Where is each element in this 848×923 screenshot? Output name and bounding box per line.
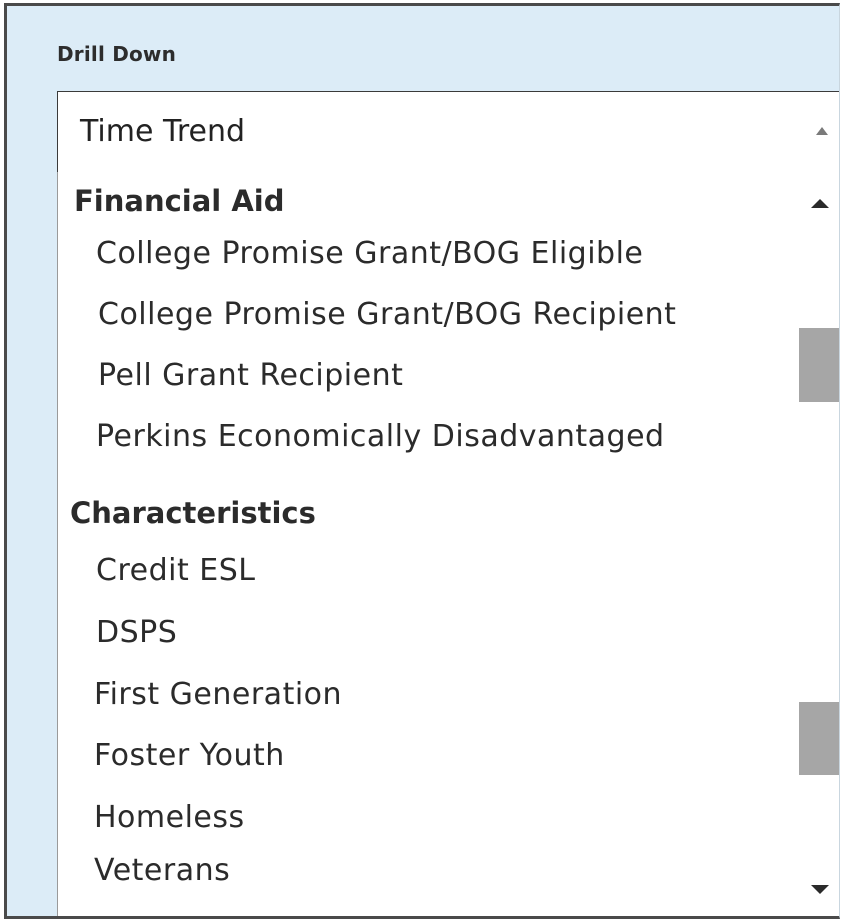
option-college-promise-recipient[interactable]: College Promise Grant/BOG Recipient: [98, 297, 676, 332]
drill-down-panel: Drill Down Time Trend Financial Aid Coll…: [4, 3, 840, 919]
option-homeless[interactable]: Homeless: [94, 800, 245, 835]
scroll-up-arrow-icon[interactable]: [811, 199, 829, 208]
scroll-down-arrow-icon[interactable]: [811, 885, 829, 894]
group-label-financial-aid: Financial Aid: [74, 184, 285, 218]
option-pell-grant-recipient[interactable]: Pell Grant Recipient: [98, 358, 403, 393]
option-credit-esl[interactable]: Credit ESL: [96, 553, 255, 588]
panel-title: Drill Down: [57, 42, 177, 66]
dropdown-list[interactable]: Financial Aid College Promise Grant/BOG …: [57, 172, 839, 916]
option-college-promise-eligible[interactable]: College Promise Grant/BOG Eligible: [96, 236, 643, 271]
option-dsps[interactable]: DSPS: [96, 615, 177, 650]
option-first-generation[interactable]: First Generation: [94, 677, 342, 712]
dropdown-scrollbar[interactable]: [796, 172, 839, 916]
drill-down-select[interactable]: Time Trend: [57, 91, 839, 173]
group-label-characteristics: Characteristics: [70, 496, 316, 530]
caret-up-icon: [816, 127, 828, 135]
scrollbar-thumb[interactable]: [799, 328, 839, 402]
scrollbar-thumb-secondary[interactable]: [799, 702, 839, 775]
select-value: Time Trend: [80, 114, 246, 149]
option-foster-youth[interactable]: Foster Youth: [94, 738, 285, 773]
option-perkins-disadvantaged[interactable]: Perkins Economically Disadvantaged: [96, 419, 665, 454]
option-veterans[interactable]: Veterans: [94, 853, 230, 888]
